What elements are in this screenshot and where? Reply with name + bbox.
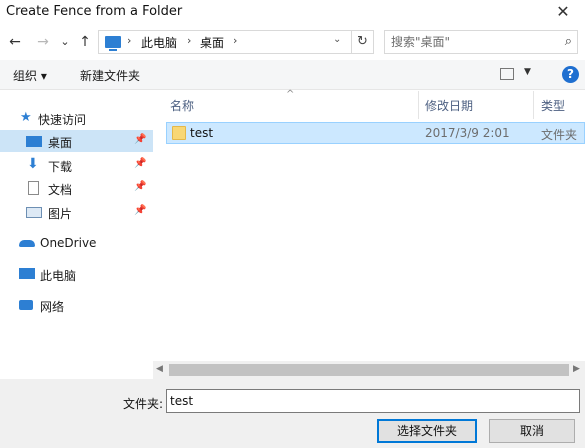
sidebar-item-label: 桌面 — [48, 136, 73, 150]
scroll-right-icon[interactable]: ▶ — [573, 364, 580, 374]
sort-ascending-icon: ^ — [286, 89, 295, 100]
desktop-icon — [26, 136, 42, 147]
navigation-pane: ★ 快速访问 桌面 📌 ⬇ 下载 📌 文档 📌 图片 📌 OneDrive 此电… — [0, 91, 153, 379]
pin-icon: 📌 — [134, 134, 147, 145]
sidebar-item-network[interactable]: 网络 — [0, 294, 153, 316]
organize-button[interactable]: 组织 ▾ — [13, 67, 47, 84]
sidebar-item-label: 此电脑 — [40, 269, 77, 283]
sidebar-item-this-pc[interactable]: 此电脑 — [0, 263, 153, 285]
folder-name-input[interactable] — [170, 392, 570, 410]
folder-field[interactable] — [166, 389, 580, 413]
command-bar: 组织 ▾ 新建文件夹 ▼ ? — [0, 60, 585, 90]
column-divider[interactable] — [533, 91, 534, 119]
this-pc-icon — [105, 36, 121, 51]
scroll-left-icon[interactable]: ◀ — [156, 364, 163, 374]
sidebar-item-label: 文档 — [48, 183, 73, 197]
view-options-icon[interactable] — [500, 68, 514, 80]
column-header-date[interactable]: 修改日期 — [425, 97, 473, 114]
refresh-icon[interactable]: ↻ — [352, 30, 374, 54]
up-arrow-icon[interactable]: ↑ — [76, 32, 94, 52]
breadcrumb-separator[interactable]: › — [233, 34, 237, 47]
sidebar-item-label: 快速访问 — [38, 113, 87, 127]
breadcrumb-desktop[interactable]: 桌面 — [200, 34, 224, 51]
horizontal-scrollbar[interactable]: ◀ ▶ — [153, 361, 585, 379]
sidebar-item-label: 图片 — [48, 207, 73, 221]
sidebar-item-pictures[interactable]: 图片 📌 — [0, 201, 153, 223]
address-bar[interactable]: › 此电脑 › 桌面 › ⌄ — [98, 30, 352, 54]
sidebar-item-documents[interactable]: 文档 📌 — [0, 177, 153, 199]
sidebar-item-onedrive[interactable]: OneDrive — [0, 232, 153, 254]
back-arrow-icon[interactable]: ← — [6, 32, 24, 52]
file-list: ^ 名称 修改日期 类型 test 2017/3/9 2:01 文件夹 — [153, 89, 585, 361]
window-title: Create Fence from a Folder — [6, 4, 183, 19]
sidebar-item-label: 网络 — [40, 300, 65, 314]
network-icon — [19, 300, 33, 310]
folder-icon — [172, 126, 186, 140]
cancel-button[interactable]: 取消 — [489, 419, 575, 443]
computer-icon — [19, 268, 35, 279]
title-bar: Create Fence from a Folder ✕ — [0, 0, 585, 26]
address-row: ← → ⌄ ↑ › 此电脑 › 桌面 › ⌄ ↻ ⌕ — [0, 28, 585, 58]
search-input[interactable] — [391, 33, 551, 51]
download-arrow-icon: ⬇ — [27, 156, 39, 172]
pin-icon: 📌 — [134, 181, 147, 192]
new-folder-button[interactable]: 新建文件夹 — [80, 67, 140, 84]
help-icon[interactable]: ? — [562, 66, 579, 83]
column-header-name[interactable]: 名称 — [170, 97, 194, 114]
column-header-type[interactable]: 类型 — [541, 97, 565, 114]
cloud-icon — [19, 240, 35, 247]
pin-icon: 📌 — [134, 158, 147, 169]
table-row[interactable]: test 2017/3/9 2:01 文件夹 — [166, 122, 585, 144]
close-icon[interactable]: ✕ — [553, 2, 573, 22]
select-folder-button[interactable]: 选择文件夹 — [377, 419, 477, 443]
pin-icon: 📌 — [134, 205, 147, 216]
scrollbar-thumb[interactable] — [169, 364, 569, 376]
pictures-icon — [26, 207, 42, 218]
view-dropdown-icon[interactable]: ▼ — [524, 67, 531, 77]
sidebar-item-label: 下载 — [48, 160, 73, 174]
file-type: 文件夹 — [541, 128, 578, 142]
file-date: 2017/3/9 2:01 — [425, 126, 510, 140]
breadcrumb-separator[interactable]: › — [127, 34, 131, 47]
recent-locations-chevron-icon[interactable]: ⌄ — [56, 32, 74, 52]
breadcrumb-this-pc[interactable]: 此电脑 — [141, 34, 177, 51]
forward-arrow-icon[interactable]: → — [34, 32, 52, 52]
star-icon: ★ — [20, 110, 32, 125]
search-box[interactable]: ⌕ — [384, 30, 578, 54]
address-dropdown-icon[interactable]: ⌄ — [333, 34, 341, 45]
search-icon[interactable]: ⌕ — [565, 34, 572, 49]
folder-field-label: 文件夹: — [123, 397, 164, 411]
breadcrumb-separator[interactable]: › — [187, 34, 191, 47]
sidebar-item-quick-access[interactable]: ★ 快速访问 — [0, 107, 153, 129]
column-divider[interactable] — [418, 91, 419, 119]
sidebar-item-label: OneDrive — [40, 236, 97, 250]
file-name: test — [190, 126, 214, 140]
sidebar-item-downloads[interactable]: ⬇ 下载 📌 — [0, 154, 153, 176]
document-icon — [28, 181, 39, 195]
dialog-footer: 文件夹: 选择文件夹 取消 — [0, 379, 585, 448]
sidebar-item-desktop[interactable]: 桌面 📌 — [0, 130, 153, 152]
